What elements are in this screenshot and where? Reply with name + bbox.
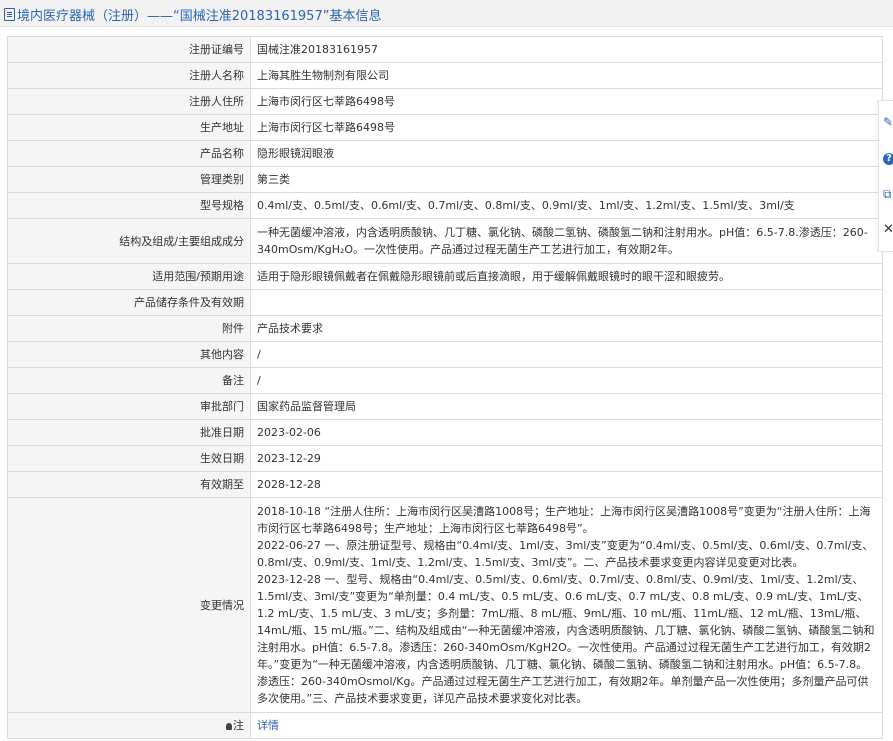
table-row: 注册人名称 上海其胜生物制剂有限公司 <box>7 62 883 89</box>
document-icon <box>4 8 15 21</box>
help-icon-glyph: ? <box>883 153 893 165</box>
lightbulb-icon <box>226 723 232 730</box>
row-value: / <box>250 341 883 368</box>
row-label: 产品名称 <box>7 140 251 167</box>
row-value: 一种无菌缓冲溶液，内含透明质酸钠、几丁糖、氯化钠、磷酸二氢钠、磷酸氢二钠和注射用… <box>250 218 883 264</box>
table-row: 产品名称 隐形眼镜润眼液 <box>7 140 883 167</box>
help-icon[interactable]: ? <box>883 150 893 165</box>
row-value: 0.4ml/支、0.5ml/支、0.6ml/支、0.7ml/支、0.8ml/支、… <box>250 192 883 219</box>
row-value: 上海其胜生物制剂有限公司 <box>250 62 883 89</box>
table-row: 注册人住所 上海市闵行区七莘路6498号 <box>7 88 883 115</box>
row-value: 2023-02-06 <box>250 419 883 446</box>
details-link[interactable]: 详情 <box>257 719 279 732</box>
table-row: 适用范围/预期用途 适用于隐形眼镜佩戴者在佩戴隐形眼镜前或后直接滴眼，用于缓解佩戴… <box>7 263 883 290</box>
table-row: 生效日期 2023-12-29 <box>7 445 883 472</box>
note-value: 详情 <box>250 712 883 739</box>
table-row: 管理类别 第三类 <box>7 166 883 193</box>
table-row: 注册证编号 国械注准20183161957 <box>7 36 883 63</box>
row-label: 批准日期 <box>7 419 251 446</box>
row-value: 产品技术要求 <box>250 315 883 342</box>
device-info-table: 注册证编号 国械注准20183161957 注册人名称 上海其胜生物制剂有限公司 注… <box>7 36 883 739</box>
row-label: 附件 <box>7 315 251 342</box>
table-row: 生产地址 上海市闵行区七莘路6498号 <box>7 114 883 141</box>
table-row: 结构及组成/主要组成成分 一种无菌缓冲溶液，内含透明质酸钠、几丁糖、氯化钠、磷酸二… <box>7 218 883 264</box>
page-title: 境内医疗器械（注册）——“国械注准20183161957”基本信息 <box>4 5 381 24</box>
row-value: 上海市闵行区七莘路6498号 <box>250 88 883 115</box>
row-value: 国家药品监督管理局 <box>250 393 883 420</box>
row-value: 第三类 <box>250 166 883 193</box>
table-row: 审批部门 国家药品监督管理局 <box>7 393 883 420</box>
table-row: 其他内容 / <box>7 341 883 368</box>
change-entry: 2018-10-18 “注册人住所：上海市闵行区吴漕路1008号；生产地址：上海… <box>257 505 871 535</box>
row-label: 产品储存条件及有效期 <box>7 289 251 316</box>
page-title-text: 境内医疗器械（注册）——“国械注准20183161957”基本信息 <box>17 9 382 24</box>
table-row: 产品储存条件及有效期 <box>7 289 883 316</box>
row-label: 其他内容 <box>7 341 251 368</box>
note-label: 注 <box>233 719 244 732</box>
row-label: 注册人名称 <box>7 62 251 89</box>
row-label: 审批部门 <box>7 393 251 420</box>
close-icon[interactable]: ✕ <box>883 223 893 237</box>
note-row: 注 详情 <box>7 712 883 739</box>
row-value: 2023-12-29 <box>250 445 883 472</box>
row-value: / <box>250 367 883 394</box>
edit-icon[interactable]: ✎ <box>883 115 893 129</box>
row-value: 隐形眼镜润眼液 <box>250 140 883 167</box>
table-row: 备注 / <box>7 367 883 394</box>
copy-icon[interactable]: ⧉ <box>883 187 893 201</box>
row-label: 有效期至 <box>7 471 251 498</box>
note-label-cell: 注 <box>7 712 251 739</box>
row-value: 2028-12-28 <box>250 471 883 498</box>
table-row: 批准日期 2023-02-06 <box>7 419 883 446</box>
change-history-row: 变更情况 2018-10-18 “注册人住所：上海市闵行区吴漕路1008号；生产… <box>7 497 883 713</box>
row-label: 注册证编号 <box>7 36 251 63</box>
row-label: 生效日期 <box>7 445 251 472</box>
row-value <box>250 289 883 316</box>
row-label: 生产地址 <box>7 114 251 141</box>
row-value: 适用于隐形眼镜佩戴者在佩戴隐形眼镜前或后直接滴眼，用于缓解佩戴眼镜时的眼干涩和眼… <box>250 263 883 290</box>
table-row: 型号规格 0.4ml/支、0.5ml/支、0.6ml/支、0.7ml/支、0.8m… <box>7 192 883 219</box>
change-entry: 2022-06-27 一、原注册证型号、规格由“0.4ml/支、1ml/支、3m… <box>257 539 874 569</box>
table-row: 附件 产品技术要求 <box>7 315 883 342</box>
row-label: 备注 <box>7 367 251 394</box>
row-label: 结构及组成/主要组成成分 <box>7 218 251 264</box>
side-toolbar: ✎ ? ⧉ ✕ <box>878 100 893 252</box>
row-label: 管理类别 <box>7 166 251 193</box>
row-label: 型号规格 <box>7 192 251 219</box>
row-label: 注册人住所 <box>7 88 251 115</box>
change-entry: 2023-12-28 一、型号、规格由“0.4ml/支、0.5ml/支、0.6m… <box>257 573 875 705</box>
row-value: 国械注准20183161957 <box>250 36 883 63</box>
row-value: 上海市闵行区七莘路6498号 <box>250 114 883 141</box>
table-row: 有效期至 2028-12-28 <box>7 471 883 498</box>
row-label: 适用范围/预期用途 <box>7 263 251 290</box>
page-header: 境内医疗器械（注册）——“国械注准20183161957”基本信息 <box>0 0 893 27</box>
change-history-value: 2018-10-18 “注册人住所：上海市闵行区吴漕路1008号；生产地址：上海… <box>250 497 883 713</box>
change-history-label: 变更情况 <box>7 497 251 713</box>
